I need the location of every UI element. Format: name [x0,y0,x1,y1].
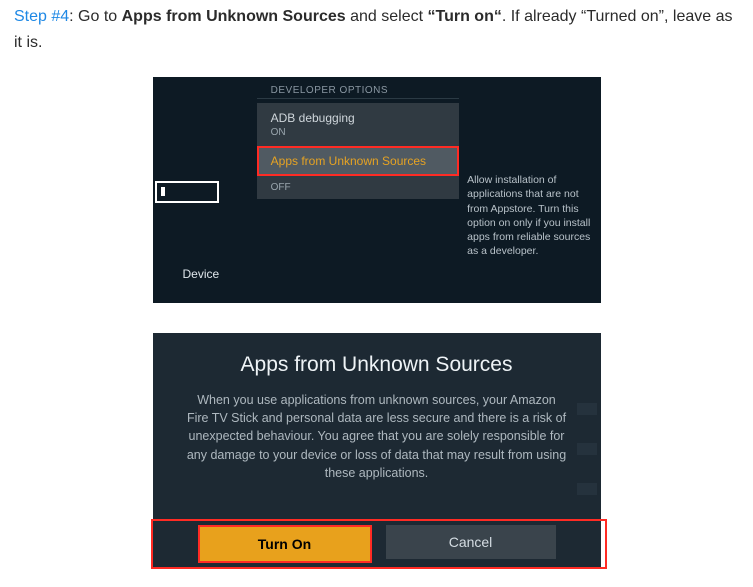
t1: : Go to [69,8,121,25]
bold-setting: Apps from Unknown Sources [122,8,346,25]
dialog-body: When you use applications from unknown s… [187,391,567,482]
t2: and select [346,8,428,25]
dialog-buttons: Turn On Cancel [153,525,601,567]
adb-debugging-row[interactable]: ADB debugging ON [257,103,460,146]
unknown-title: Apps from Unknown Sources [271,154,446,168]
unknown-sources-row[interactable]: Apps from Unknown Sources [257,146,460,176]
dialog-title: Apps from Unknown Sources [153,353,601,377]
developer-options-screenshot: Device DEVELOPER OPTIONS ADB debugging O… [153,77,601,303]
ghost-3 [577,483,597,495]
ghost-2 [577,443,597,455]
instruction-text: Step #4: Go to Apps from Unknown Sources… [14,4,739,55]
cancel-button[interactable]: Cancel [386,525,556,559]
bold-action: “Turn on“ [427,8,501,25]
adb-state: ON [271,127,446,138]
unknown-sources-state: OFF [257,176,460,199]
device-slot-icon [155,181,219,203]
ghost-1 [577,403,597,415]
device-label: Device [183,267,220,281]
unknown-sources-dialog: Apps from Unknown Sources When you use a… [153,333,601,567]
turn-on-button[interactable]: Turn On [198,525,372,563]
step-label: Step #4 [14,8,69,25]
device-sidebar: Device [153,77,257,303]
section-header: DEVELOPER OPTIONS [257,85,460,99]
adb-title: ADB debugging [271,111,446,125]
options-list: DEVELOPER OPTIONS ADB debugging ON Apps … [257,77,460,303]
option-description: Allow installation of applications that … [459,77,600,303]
